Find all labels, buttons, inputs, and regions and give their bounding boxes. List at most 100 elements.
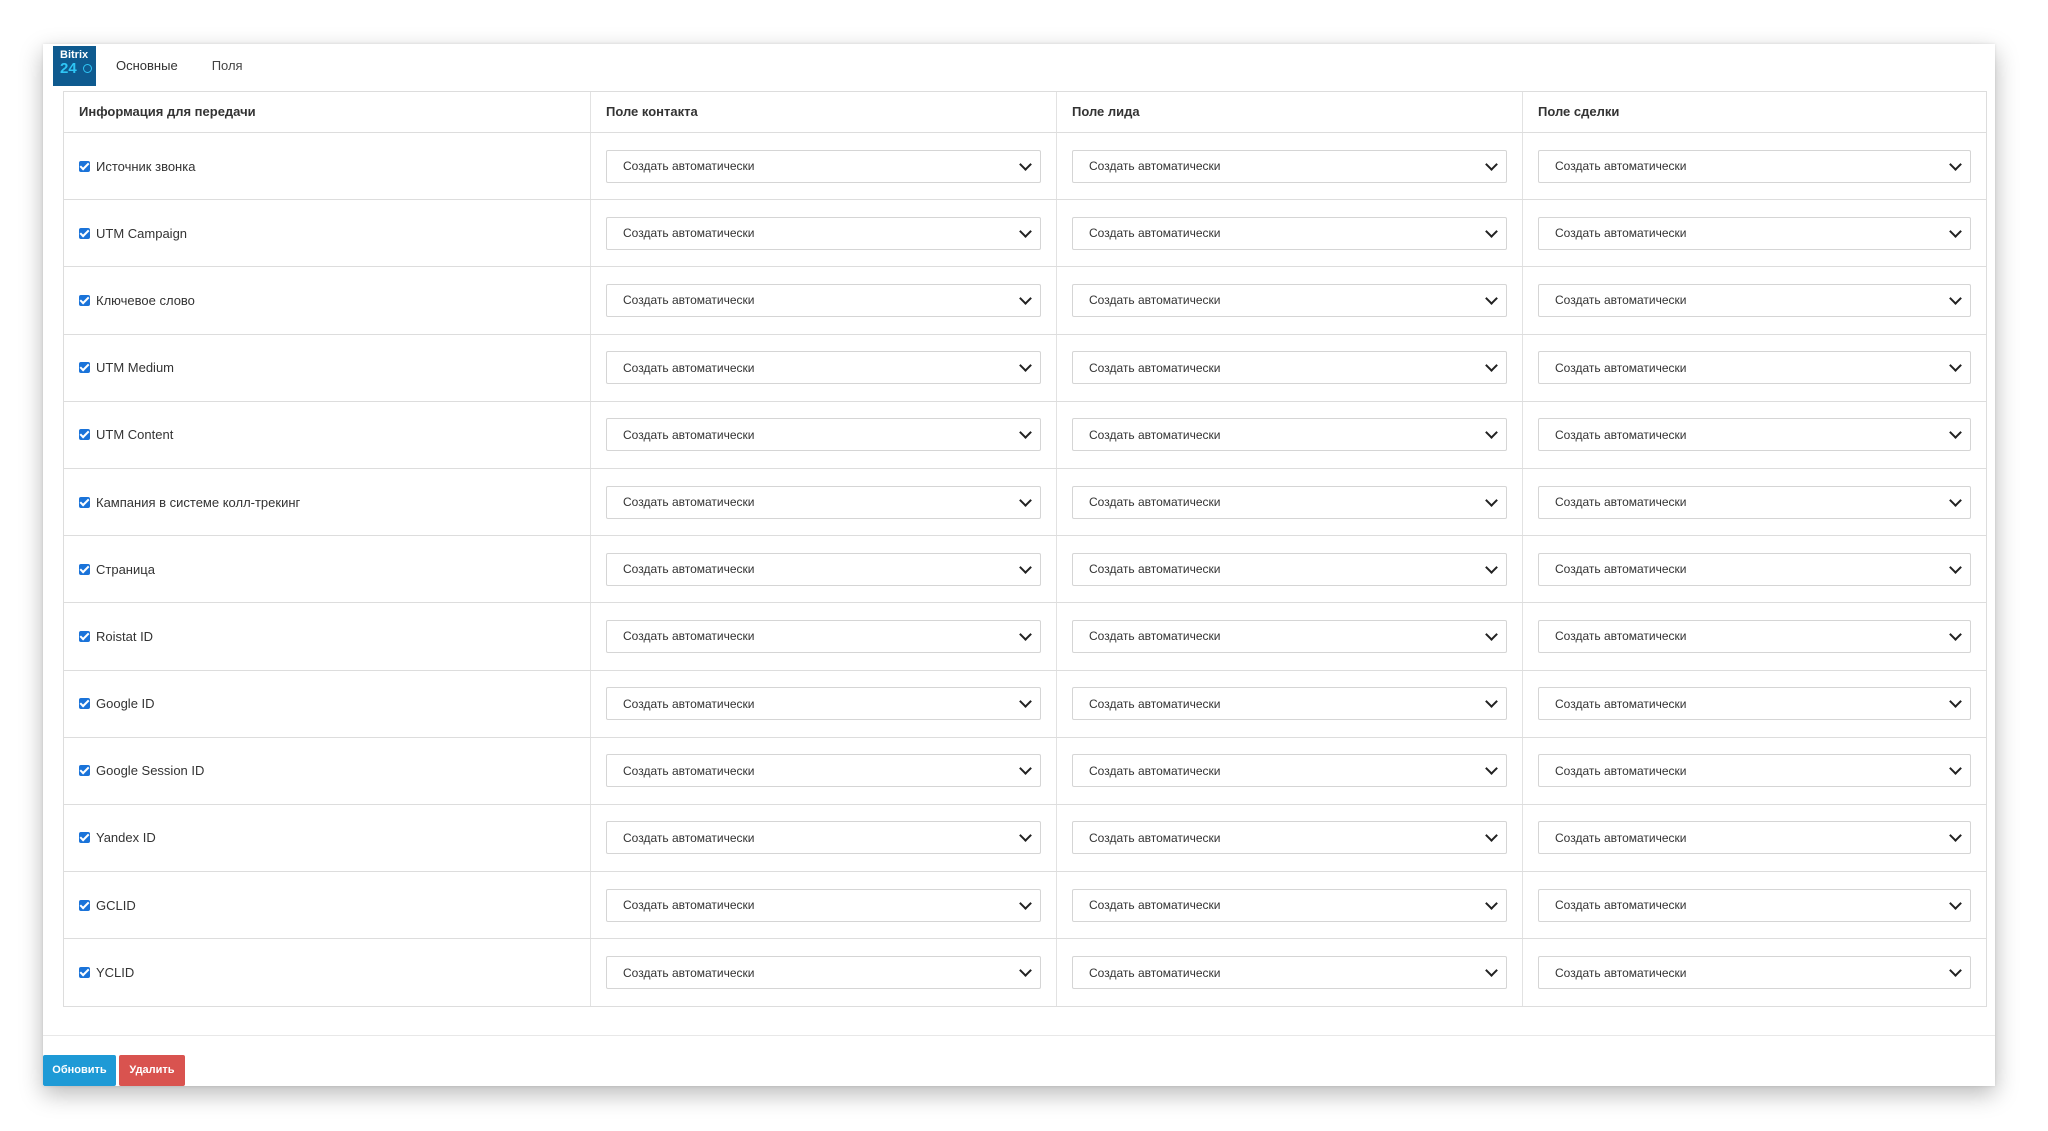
transfer-checkbox[interactable] [79,967,90,979]
lead-field-cell: Создать автоматически [1057,603,1523,670]
contact-field-cell: Создать автоматически [591,401,1057,468]
lead-field-select[interactable]: Создать автоматически [1072,216,1507,250]
bitrix24-logo: Bitrix 24 [53,46,96,86]
lead-field-cell: Создать автоматически [1057,468,1523,536]
select-value: Создать автоматически [623,965,755,980]
select-value: Создать автоматически [1555,830,1687,845]
row-label: YCLID [96,965,135,981]
row-label: UTM Medium [96,360,175,376]
deal-field-cell: Создать автоматически [1523,939,1986,1006]
contact-field-select[interactable]: Создать автоматически [606,485,1041,519]
lead-field-select[interactable]: Создать автоматически [1072,956,1507,990]
transfer-checkbox[interactable] [79,294,90,306]
transfer-checkbox[interactable] [79,832,90,844]
chevron-down-icon [1485,560,1498,574]
contact-field-select[interactable]: Создать автоматически [606,888,1041,922]
lead-field-select[interactable]: Создать автоматически [1072,149,1507,183]
select-value: Создать автоматически [1089,965,1221,980]
lead-field-select[interactable]: Создать автоматически [1072,283,1507,317]
chevron-down-icon [1949,896,1962,910]
chevron-down-icon [1485,157,1498,171]
lead-field-select[interactable]: Создать автоматически [1072,687,1507,721]
deal-field-cell: Создать автоматически [1523,335,1986,401]
transfer-checkbox[interactable] [79,496,90,508]
contact-field-select[interactable]: Создать автоматически [606,619,1041,653]
transfer-checkbox[interactable] [79,563,90,575]
transfer-checkbox[interactable] [79,227,90,239]
deal-field-select[interactable]: Создать автоматически [1538,821,1971,855]
lead-field-cell: Создать автоматически [1057,939,1523,1007]
info-cell: UTM Content [64,401,591,468]
deal-field-select[interactable]: Создать автоматически [1538,485,1971,519]
contact-field-select[interactable]: Создать автоматически [606,418,1041,452]
select-value: Создать автоматически [623,763,755,778]
row-label: UTM Content [96,427,174,443]
row-label: Ключевое слово [96,292,195,308]
lead-field-select[interactable]: Создать автоматически [1072,418,1507,452]
update-button[interactable]: Обновить [43,1055,116,1086]
tab-fields[interactable]: Поля [178,46,243,86]
chevron-down-icon [1485,896,1498,910]
deal-field-cell: Создать автоматически [1523,402,1986,468]
chevron-down-icon [1485,493,1498,507]
info-cell: Google Session ID [64,737,591,804]
chevron-down-icon [1019,695,1032,708]
transfer-checkbox[interactable] [79,362,90,374]
contact-field-cell: Создать автоматически [591,872,1057,939]
contact-field-select[interactable]: Создать автоматически [606,552,1041,586]
transfer-checkbox[interactable] [79,630,90,642]
lead-field-select[interactable]: Создать автоматически [1072,754,1507,788]
contact-field-select[interactable]: Создать автоматически [606,687,1041,721]
transfer-checkbox[interactable] [79,160,90,172]
lead-field-cell: Создать автоматически [1057,401,1523,468]
settings-panel: Bitrix 24 Основные Поля Информация для п… [43,44,1995,1086]
contact-field-select[interactable]: Создать автоматически [606,216,1041,250]
select-value: Создать автоматически [1555,562,1687,577]
deal-field-select[interactable]: Создать автоматически [1538,619,1971,653]
lead-field-select[interactable]: Создать автоматически [1072,552,1507,586]
contact-field-select[interactable]: Создать автоматически [606,956,1041,990]
chevron-down-icon [1485,628,1498,641]
select-value: Создать автоматически [623,830,755,845]
chevron-down-icon [1485,964,1498,978]
contact-field-select[interactable]: Создать автоматически [606,821,1041,855]
contact-field-cell: Создать автоматически [591,200,1057,267]
chevron-down-icon [1949,762,1962,776]
lead-field-select[interactable]: Создать автоматически [1072,821,1507,855]
deal-field-cell: Создать автоматически [1523,469,1986,535]
info-cell: Yandex ID [64,804,591,872]
deal-field-select[interactable]: Создать автоматически [1538,687,1971,721]
transfer-checkbox[interactable] [79,698,90,710]
delete-button[interactable]: Удалить [119,1055,185,1086]
deal-field-select[interactable]: Создать автоматически [1538,149,1971,183]
deal-field-select[interactable]: Создать автоматически [1538,216,1971,250]
select-value: Создать автоматически [1555,427,1687,442]
tab-main[interactable]: Основные [96,46,178,86]
deal-field-cell: Создать автоматически [1523,200,1986,266]
deal-field-select[interactable]: Создать автоматически [1538,552,1971,586]
lead-field-select[interactable]: Создать автоматически [1072,619,1507,653]
transfer-checkbox[interactable] [79,429,90,441]
row-label: GCLID [96,897,136,913]
lead-field-select[interactable]: Создать автоматически [1072,888,1507,922]
select-value: Создать автоматически [623,562,755,577]
contact-field-select[interactable]: Создать автоматически [606,754,1041,788]
lead-field-select[interactable]: Создать автоматически [1072,485,1507,519]
deal-field-select[interactable]: Создать автоматически [1538,283,1971,317]
table-row: Страница Создать автоматически Создать авт… [64,536,1986,604]
contact-field-cell: Создать автоматически [591,603,1057,670]
select-value: Создать автоматически [1089,763,1221,778]
deal-field-select[interactable]: Создать автоматически [1538,754,1971,788]
contact-field-select[interactable]: Создать автоматически [606,283,1041,317]
lead-field-select[interactable]: Создать автоматически [1072,351,1507,385]
chevron-down-icon [1949,157,1962,171]
deal-field-select[interactable]: Создать автоматически [1538,956,1971,990]
transfer-checkbox[interactable] [79,899,90,911]
deal-field-select[interactable]: Создать автоматически [1538,418,1971,452]
contact-field-select[interactable]: Создать автоматически [606,149,1041,183]
transfer-checkbox[interactable] [79,765,90,777]
deal-field-select[interactable]: Создать автоматически [1538,888,1971,922]
deal-field-select[interactable]: Создать автоматически [1538,351,1971,385]
contact-field-select[interactable]: Создать автоматически [606,351,1041,385]
chevron-down-icon [1485,829,1498,843]
